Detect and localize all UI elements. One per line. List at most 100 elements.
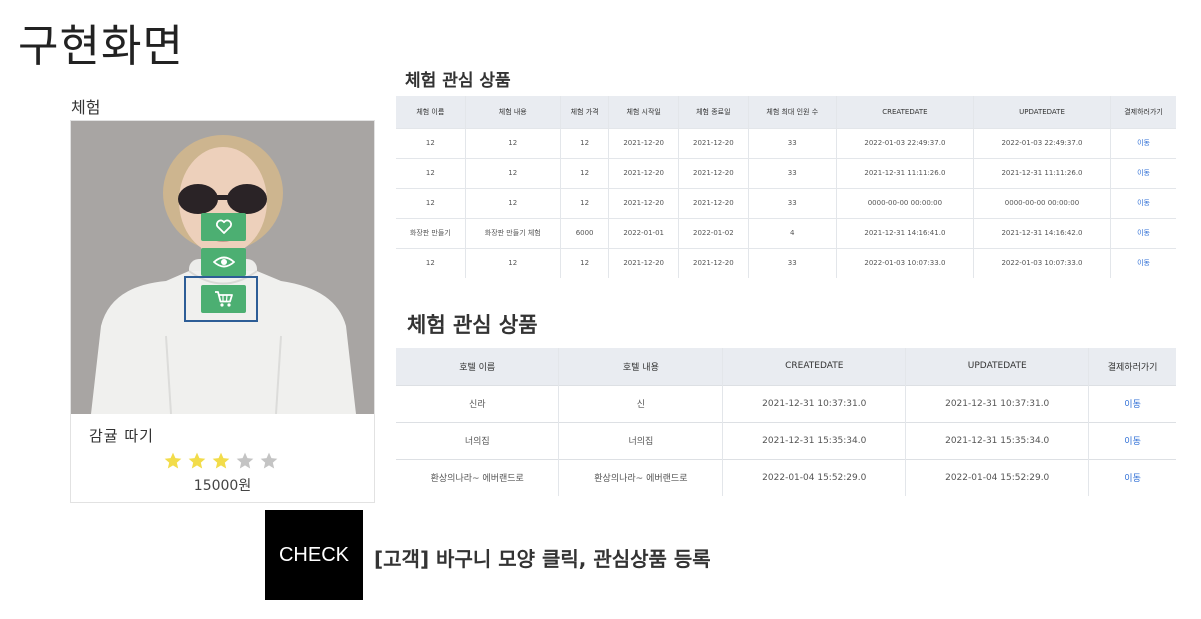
- table-cell: 2021-12-31 11:11:26.0: [835, 157, 974, 188]
- experience-table-title: 체험 관심 상품: [405, 71, 511, 91]
- table-cell: 33: [747, 247, 837, 278]
- table-cell: 2021-12-20: [608, 127, 679, 158]
- table-cell: 2022-01-02: [678, 217, 749, 248]
- table-cell: 6000: [559, 217, 609, 248]
- go-to-payment-link[interactable]: 이동: [1110, 247, 1176, 278]
- table-cell: 2022-01-04 15:52:29.0: [905, 458, 1089, 496]
- table-row: 12 12 12 2021-12-20 2021-12-20 33 2022-01-03 1…: [396, 247, 1176, 278]
- table-cell: 2021-12-20: [678, 157, 749, 188]
- table-cell: 화장판 만들기: [396, 217, 466, 248]
- product-card: 감귤 따기 15000원: [70, 120, 375, 503]
- table-row: 환상의나라~ 에버랜드로 환상의나라~ 에버랜드로 2022-01-04 15:52…: [396, 458, 1176, 496]
- star-filled-icon: [188, 452, 206, 469]
- table-cell: 12: [396, 187, 466, 218]
- table-cell: 12: [464, 127, 561, 158]
- table-cell: 2022-01-03 22:49:37.0: [972, 127, 1111, 158]
- table-cell: 12: [464, 247, 561, 278]
- table-cell: 0000-00-00 00:00:00: [835, 187, 974, 218]
- table-row: 12 12 12 2021-12-20 2021-12-20 33 0000-00-00 0…: [396, 187, 1176, 218]
- eye-icon: [212, 256, 235, 268]
- check-badge-label: CHECK: [278, 543, 349, 566]
- column-header: 체험 내용: [464, 96, 561, 128]
- product-image[interactable]: [71, 121, 374, 414]
- product-name: 감귤 따기: [89, 427, 154, 445]
- table-cell: 33: [747, 127, 837, 158]
- go-to-payment-link[interactable]: 이동: [1110, 127, 1176, 158]
- table-cell: 2021-12-31 11:11:26.0: [972, 157, 1111, 188]
- table-row: 화장판 만들기 화장판 만들기 체험 6000 2022-01-01 2022-01-0…: [396, 217, 1176, 248]
- table-cell: 12: [396, 157, 466, 188]
- cart-icon: [214, 291, 233, 307]
- go-to-payment-link[interactable]: 이동: [1110, 187, 1176, 218]
- table-cell: 2021-12-31 10:37:31.0: [722, 384, 906, 422]
- go-to-payment-link[interactable]: 이동: [1088, 384, 1176, 422]
- go-to-payment-link[interactable]: 이동: [1110, 157, 1176, 188]
- page-title: 구현화면: [18, 21, 184, 72]
- table-header-row: 체험 이름 체험 내용 체험 가격 체험 시작일 체험 종료일 체험 최대 인원 수 CRE…: [396, 96, 1176, 128]
- column-header: 호텔 내용: [558, 348, 723, 385]
- column-header: 체험 최대 인원 수: [747, 96, 837, 128]
- rating-stars: [163, 451, 279, 471]
- table-cell: 2021-12-31 14:16:42.0: [972, 217, 1111, 248]
- table-cell: 2021-12-20: [608, 157, 679, 188]
- table-cell: 33: [747, 187, 837, 218]
- column-header: 체험 이름: [396, 96, 466, 128]
- star-filled-icon: [212, 452, 230, 469]
- column-header: 호텔 이름: [396, 348, 559, 385]
- go-to-payment-link[interactable]: 이동: [1110, 217, 1176, 248]
- table-cell: 12: [464, 187, 561, 218]
- table-cell: 2022-01-03 10:07:33.0: [835, 247, 974, 278]
- table-cell: 12: [559, 247, 609, 278]
- product-section-label: 체험: [71, 98, 101, 117]
- table-cell: 12: [396, 127, 466, 158]
- table-row: 너의집 너의집 2021-12-31 15:35:34.0 2021-12-31 15…: [396, 421, 1176, 459]
- table-cell: 2021-12-31 10:37:31.0: [905, 384, 1089, 422]
- table-cell: 4: [747, 217, 837, 248]
- table-cell: 2021-12-20: [608, 247, 679, 278]
- table-cell: 2021-12-20: [678, 127, 749, 158]
- go-to-payment-link[interactable]: 이동: [1088, 421, 1176, 459]
- star-empty-icon: [236, 452, 254, 469]
- table-cell: 2021-12-31 15:35:34.0: [905, 421, 1089, 459]
- column-header: 체험 가격: [559, 96, 609, 128]
- experience-wishlist-table: 체험 이름 체험 내용 체험 가격 체험 시작일 체험 종료일 체험 최대 인원 수 CRE…: [396, 96, 1176, 278]
- column-header: 체험 종료일: [678, 96, 749, 128]
- table-header-row: 호텔 이름 호텔 내용 CREATEDATE UPDATEDATE 결제하러가기: [396, 348, 1176, 385]
- quickview-button[interactable]: [201, 248, 246, 276]
- table-cell: 너의집: [396, 421, 559, 459]
- table-cell: 12: [559, 127, 609, 158]
- column-header: UPDATEDATE: [972, 96, 1111, 128]
- table-cell: 신: [558, 384, 723, 422]
- table-cell: 환상의나라~ 에버랜드로: [396, 458, 559, 496]
- hotel-table-title: 체험 관심 상품: [407, 313, 538, 337]
- star-filled-icon: [164, 452, 182, 469]
- table-cell: 33: [747, 157, 837, 188]
- column-header: UPDATEDATE: [905, 348, 1089, 385]
- go-to-payment-link[interactable]: 이동: [1088, 458, 1176, 496]
- table-cell: 12: [396, 247, 466, 278]
- wishlist-button[interactable]: [201, 213, 246, 241]
- table-cell: 12: [464, 157, 561, 188]
- column-header: CREATEDATE: [835, 96, 974, 128]
- table-cell: 12: [559, 157, 609, 188]
- column-header: 체험 시작일: [608, 96, 679, 128]
- star-empty-icon: [260, 452, 278, 469]
- table-cell: 2022-01-03 10:07:33.0: [972, 247, 1111, 278]
- table-cell: 2022-01-04 15:52:29.0: [722, 458, 906, 496]
- table-row: 12 12 12 2021-12-20 2021-12-20 33 2022-01-03 2…: [396, 127, 1176, 158]
- hotel-wishlist-table: 호텔 이름 호텔 내용 CREATEDATE UPDATEDATE 결제하러가기 신라 신…: [396, 348, 1176, 496]
- column-header: CREATEDATE: [722, 348, 906, 385]
- check-caption: [고객] 바구니 모양 클릭, 관심상품 등록: [374, 547, 711, 571]
- table-cell: 2021-12-20: [608, 187, 679, 218]
- add-to-cart-button[interactable]: [201, 285, 246, 313]
- table-cell: 2022-01-03 22:49:37.0: [835, 127, 974, 158]
- table-cell: 2021-12-31 14:16:41.0: [835, 217, 974, 248]
- product-price: 15000원: [193, 478, 252, 494]
- table-cell: 신라: [396, 384, 559, 422]
- table-cell: 0000-00-00 00:00:00: [972, 187, 1111, 218]
- table-cell: 2021-12-20: [678, 187, 749, 218]
- table-cell: 2021-12-31 15:35:34.0: [722, 421, 906, 459]
- table-cell: 2022-01-01: [608, 217, 679, 248]
- table-cell: 2021-12-20: [678, 247, 749, 278]
- table-row: 신라 신 2021-12-31 10:37:31.0 2021-12-31 10:37…: [396, 384, 1176, 422]
